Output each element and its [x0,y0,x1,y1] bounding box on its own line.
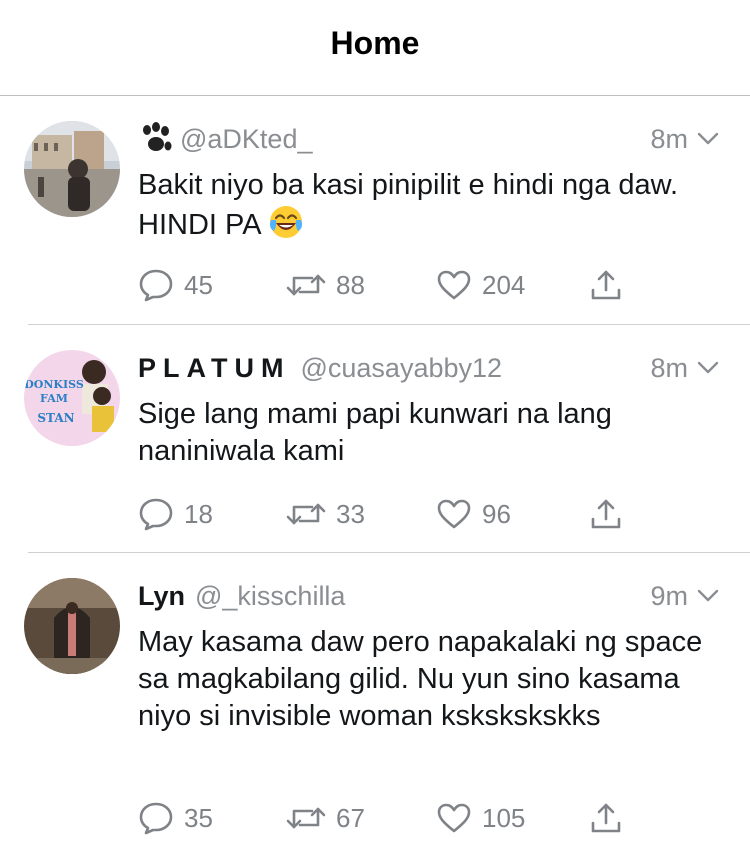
tweet-text: Bakit niyo ba kasi pinipilit e hindi nga… [138,167,710,244]
timestamp: 9m [650,580,688,611]
share-icon [591,803,621,833]
heart-icon [437,270,471,300]
retweet-count: 67 [336,802,365,833]
retweet-button[interactable]: 67 [286,803,365,834]
like-button[interactable]: 105 [436,802,525,834]
avatar-text-1: DONKISS [24,378,84,391]
tweet-header: PLATUM @cuasayabby12 8m [138,348,720,388]
top-bar: Home [0,0,750,96]
reply-icon [139,269,173,302]
tweet-body: Bakit niyo ba kasi pinipilit e hindi nga… [138,169,679,241]
heart-icon [437,803,471,833]
tweet-header: @aDKted_ 8m [138,119,720,159]
tweet[interactable]: Lyn @_kisschilla 9m May kasama daw pero … [0,554,750,858]
reply-icon [139,498,173,531]
reply-icon [139,802,173,835]
user-name[interactable]: Lyn [138,581,185,612]
like-button[interactable]: 96 [436,498,511,530]
tweet-time: 8m [650,124,720,155]
divider [28,552,750,553]
retweet-button[interactable]: 88 [286,270,365,301]
tweet[interactable]: DONKISS FAM STAN PLATUM @cuasayabby12 8m… [0,326,750,553]
like-count: 105 [482,802,526,833]
user-handle[interactable]: @cuasayabby12 [300,353,502,384]
reply-count: 35 [184,802,213,833]
retweet-count: 33 [336,498,365,529]
retweet-icon [286,274,326,296]
reply-count: 45 [184,269,213,300]
share-button[interactable] [590,268,632,302]
retweet-icon [286,807,326,829]
page-title: Home [330,25,420,61]
share-icon [591,499,621,529]
user-name[interactable]: PLATUM [138,353,290,384]
timestamp: 8m [650,123,688,154]
avatar[interactable] [24,578,120,674]
reply-button[interactable]: 18 [138,497,213,531]
chevron-down-icon[interactable] [696,360,720,376]
reply-button[interactable]: 35 [138,801,213,835]
avatar[interactable]: DONKISS FAM STAN [24,350,120,446]
paw-icon [143,122,172,151]
share-button[interactable] [590,801,632,835]
retweet-icon [286,503,326,525]
tweet-time: 8m [650,353,720,384]
like-count: 96 [482,498,511,529]
tweet-text: Sige lang mami papi kunwari na lang nani… [138,396,710,470]
tweet-body: Sige lang mami papi kunwari na lang nani… [138,398,612,467]
avatar[interactable] [24,121,120,217]
avatar-text-2: FAM [40,392,68,405]
reply-button[interactable]: 45 [138,268,213,302]
user-handle[interactable]: @aDKted_ [180,124,312,155]
divider [28,324,750,325]
tweet-text: May kasama daw pero napakalaki ng space … [138,624,710,735]
face-with-tears-of-joy-icon [269,206,302,238]
heart-icon [437,499,471,529]
tweet-time: 9m [650,581,720,612]
avatar-text-3: STAN [37,411,74,425]
user-handle[interactable]: @_kisschilla [195,581,345,612]
reply-count: 18 [184,498,213,529]
retweet-count: 88 [336,269,365,300]
share-icon [591,270,621,300]
chevron-down-icon[interactable] [696,588,720,604]
tweet[interactable]: @aDKted_ 8m Bakit niyo ba kasi pinipilit… [0,97,750,325]
chevron-down-icon[interactable] [696,131,720,147]
timestamp: 8m [650,352,688,383]
tweet-header: Lyn @_kisschilla 9m [138,576,720,616]
like-count: 204 [482,269,526,300]
like-button[interactable]: 204 [436,269,525,301]
share-button[interactable] [590,497,632,531]
tweet-body: May kasama daw pero napakalaki ng space … [138,626,703,732]
retweet-button[interactable]: 33 [286,499,365,530]
